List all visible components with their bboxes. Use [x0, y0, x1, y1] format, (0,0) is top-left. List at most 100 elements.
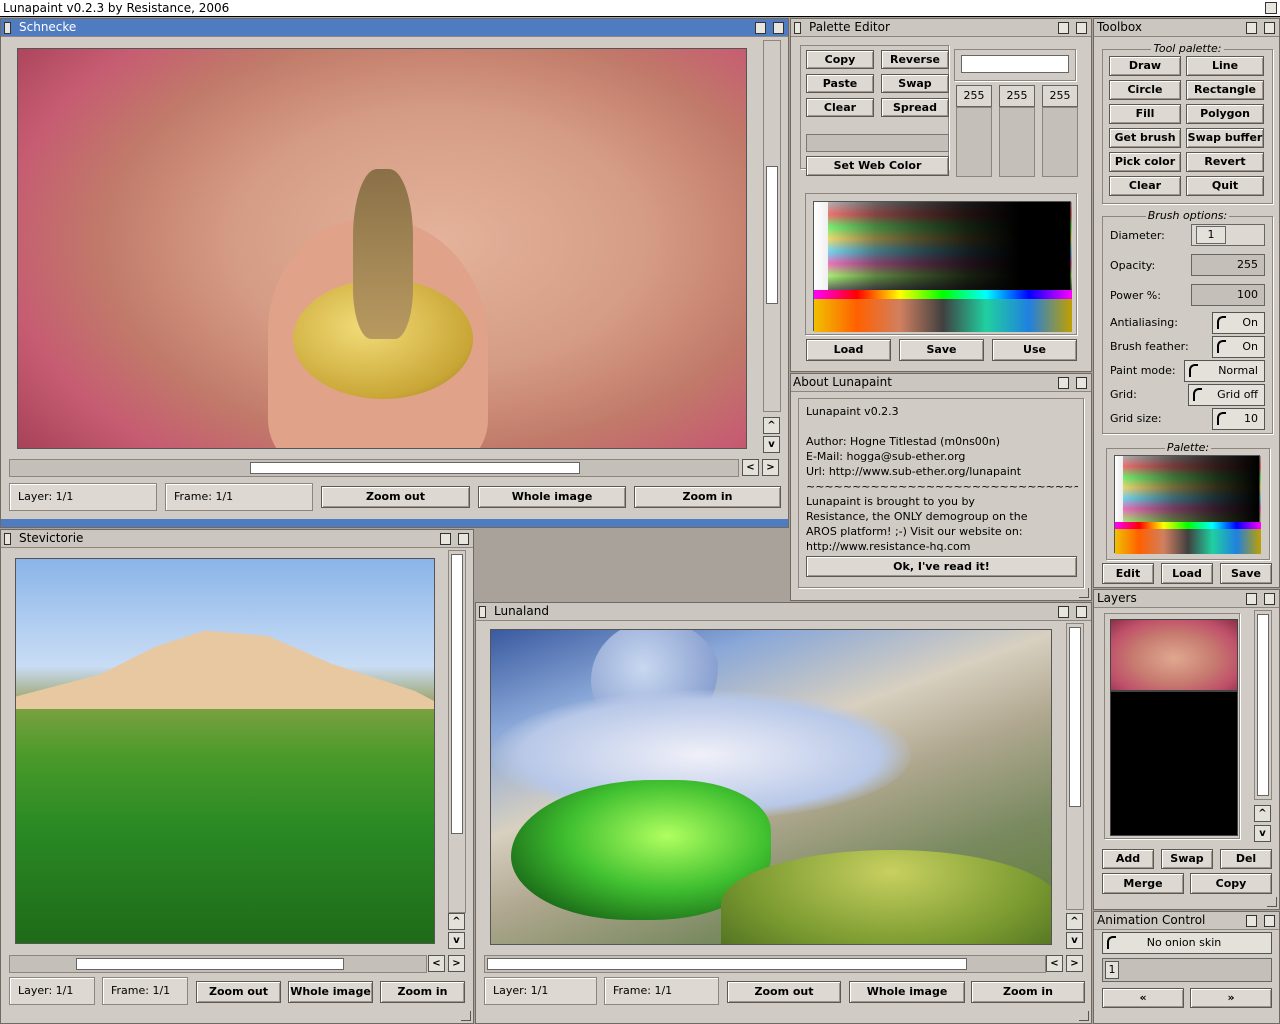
scroll-left-arrow[interactable]: < [742, 459, 759, 476]
zoom-gadget-icon[interactable] [1058, 22, 1069, 34]
window-titlebar[interactable]: Schnecke [1, 19, 788, 37]
zoom-out-button[interactable]: Zoom out [727, 981, 841, 1003]
toolbox-palette-load-button[interactable]: Load [1161, 563, 1213, 584]
paint-mode-cycle[interactable]: Normal [1184, 360, 1265, 382]
power-value[interactable]: 100 [1191, 284, 1265, 306]
close-icon[interactable] [479, 606, 486, 618]
layers-scroll-down-arrow[interactable]: v [1254, 825, 1271, 842]
diameter-input[interactable]: 1 [1191, 224, 1265, 246]
palette-paste-button[interactable]: Paste [806, 74, 874, 93]
tool-rectangle-button[interactable]: Rectangle [1186, 80, 1264, 100]
horizontal-scrollbar[interactable] [9, 459, 739, 477]
toolbox-palette-save-button[interactable]: Save [1220, 563, 1272, 584]
tool-circle-button[interactable]: Circle [1109, 80, 1181, 100]
depth-gadget-icon[interactable] [1264, 22, 1275, 34]
window-titlebar[interactable]: Palette Editor [791, 19, 1091, 37]
palette-copy-button[interactable]: Copy [806, 50, 874, 69]
about-ok-button[interactable]: Ok, I've read it! [806, 556, 1077, 577]
tool-polygon-button[interactable]: Polygon [1186, 104, 1264, 124]
scroll-down-arrow[interactable]: v [763, 436, 780, 453]
zoom-out-button[interactable]: Zoom out [196, 981, 281, 1003]
scroll-up-arrow[interactable]: ^ [1066, 913, 1083, 930]
zoom-gadget-icon[interactable] [1058, 606, 1069, 618]
onion-skin-cycle[interactable]: No onion skin [1102, 932, 1272, 954]
depth-gadget-icon[interactable] [1076, 606, 1087, 618]
window-titlebar[interactable]: Animation Control [1094, 912, 1279, 930]
close-icon[interactable] [4, 533, 11, 545]
whole-image-button[interactable]: Whole image [849, 981, 965, 1003]
layer-copy-button[interactable]: Copy [1190, 873, 1272, 894]
resize-gadget-icon[interactable] [461, 1011, 471, 1021]
horizontal-scrollbar[interactable] [484, 955, 1046, 973]
tool-clear-button[interactable]: Clear [1109, 176, 1181, 196]
whole-image-button[interactable]: Whole image [288, 981, 373, 1003]
window-titlebar[interactable]: About Lunapaint [791, 374, 1091, 392]
web-color-field[interactable] [806, 134, 949, 152]
window-titlebar[interactable]: Lunaland [476, 603, 1091, 621]
palette-reverse-button[interactable]: Reverse [881, 50, 949, 69]
grid-size-cycle[interactable]: 10 [1212, 408, 1265, 430]
scroll-down-arrow[interactable]: v [1066, 932, 1083, 949]
depth-gadget-icon[interactable] [1076, 22, 1087, 34]
scroll-up-arrow[interactable]: ^ [763, 417, 780, 434]
layer-thumbnail[interactable] [1110, 619, 1238, 691]
red-slider[interactable] [956, 107, 992, 177]
palette-clear-button[interactable]: Clear [806, 98, 874, 117]
scroll-up-arrow[interactable]: ^ [448, 913, 465, 930]
opacity-value[interactable]: 255 [1191, 254, 1265, 276]
zoom-gadget-icon[interactable] [440, 533, 451, 545]
layers-scrollbar[interactable] [1254, 610, 1272, 800]
palette-edit-button[interactable]: Edit [1102, 563, 1154, 584]
depth-gadget-icon[interactable] [458, 533, 469, 545]
horizontal-scrollbar[interactable] [9, 955, 427, 973]
layers-scroll-up-arrow[interactable]: ^ [1254, 805, 1271, 822]
window-titlebar[interactable]: Toolbox [1094, 19, 1279, 37]
frame-field[interactable]: 1 [1102, 958, 1272, 982]
resize-gadget-icon[interactable] [1267, 897, 1277, 907]
tool-pick-color-button[interactable]: Pick color [1109, 152, 1181, 172]
scroll-left-arrow[interactable]: < [428, 955, 445, 972]
palette-grid[interactable] [813, 201, 1072, 332]
blue-value[interactable]: 255 [1042, 85, 1078, 107]
whole-image-button[interactable]: Whole image [478, 486, 626, 508]
palette-use-button[interactable]: Use [992, 339, 1077, 361]
green-slider[interactable] [999, 107, 1035, 177]
palette-save-button[interactable]: Save [899, 339, 984, 361]
vertical-scrollbar[interactable] [763, 40, 781, 412]
depth-gadget-icon[interactable] [1264, 915, 1275, 927]
canvas-image-snail[interactable] [17, 48, 747, 449]
screen-depth-gadget[interactable] [1265, 2, 1277, 14]
green-value[interactable]: 255 [999, 85, 1035, 107]
tool-get-brush-button[interactable]: Get brush [1109, 128, 1181, 148]
scroll-right-arrow[interactable]: > [448, 955, 465, 972]
zoom-gadget-icon[interactable] [1246, 593, 1257, 605]
layer-empty-area[interactable] [1110, 691, 1238, 836]
brush-feather-cycle[interactable]: On [1212, 336, 1265, 358]
layer-merge-button[interactable]: Merge [1102, 873, 1184, 894]
zoom-in-button[interactable]: Zoom in [380, 981, 465, 1003]
layer-swap-button[interactable]: Swap [1161, 849, 1213, 869]
zoom-gadget-icon[interactable] [1246, 22, 1257, 34]
canvas-image-fantasy[interactable] [490, 629, 1052, 945]
close-icon[interactable] [4, 22, 11, 34]
canvas-image-landscape[interactable] [15, 558, 435, 944]
tool-fill-button[interactable]: Fill [1109, 104, 1181, 124]
set-web-color-button[interactable]: Set Web Color [806, 156, 949, 176]
next-frame-button[interactable]: » [1190, 988, 1272, 1008]
previous-frame-button[interactable]: « [1102, 988, 1184, 1008]
palette-swap-button[interactable]: Swap [881, 74, 949, 93]
vertical-scrollbar[interactable] [448, 550, 466, 913]
tool-swap-buffer-button[interactable]: Swap buffer [1186, 128, 1264, 148]
tool-line-button[interactable]: Line [1186, 56, 1264, 76]
window-titlebar[interactable]: Stevictorie [1, 530, 473, 548]
palette-spread-button[interactable]: Spread [881, 98, 949, 117]
blue-slider[interactable] [1042, 107, 1078, 177]
antialiasing-cycle[interactable]: On [1212, 312, 1265, 334]
tool-quit-button[interactable]: Quit [1186, 176, 1264, 196]
tool-draw-button[interactable]: Draw [1109, 56, 1181, 76]
scroll-left-arrow[interactable]: < [1046, 955, 1063, 972]
depth-gadget-icon[interactable] [1076, 377, 1087, 389]
vertical-scrollbar[interactable] [1066, 623, 1084, 910]
layer-del-button[interactable]: Del [1220, 849, 1272, 869]
zoom-in-button[interactable]: Zoom in [634, 486, 781, 508]
